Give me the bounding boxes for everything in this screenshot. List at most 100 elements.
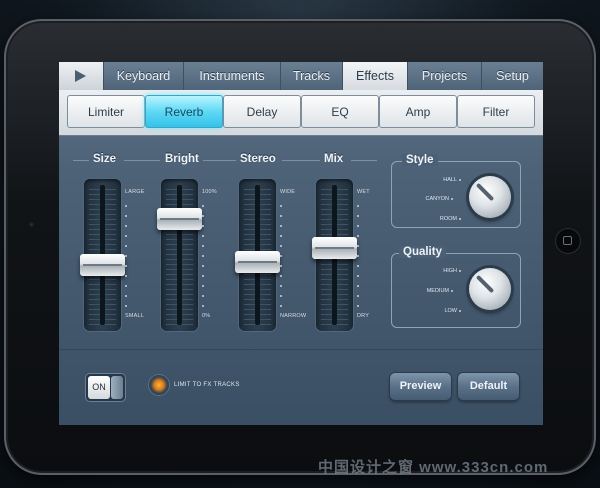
scale-dot bbox=[357, 245, 359, 247]
watermark: 中国设计之窗 www.333cn.com bbox=[318, 459, 549, 476]
tab-effects[interactable]: Effects bbox=[342, 62, 407, 90]
scale-dot bbox=[357, 295, 359, 297]
screen: Keyboard Instruments Tracks Effects Proj… bbox=[59, 62, 543, 425]
scale-dot bbox=[280, 275, 282, 277]
option-dot bbox=[451, 290, 453, 292]
tab-tracks[interactable]: Tracks bbox=[280, 62, 342, 90]
divider bbox=[351, 160, 377, 161]
scale-dot bbox=[280, 295, 282, 297]
option-dot bbox=[459, 179, 461, 181]
fader-top-mark: LARGE bbox=[125, 189, 145, 195]
scale-dot bbox=[202, 215, 204, 217]
fader-top-mark: WIDE bbox=[280, 189, 296, 195]
style-rotary-knob[interactable] bbox=[469, 176, 511, 218]
on-toggle[interactable]: ON bbox=[86, 374, 125, 401]
scale-dot bbox=[280, 235, 282, 237]
camera bbox=[28, 221, 35, 228]
scale-dot bbox=[280, 285, 282, 287]
scale-dot bbox=[202, 255, 204, 257]
tab-bar: Keyboard Instruments Tracks Effects Proj… bbox=[59, 62, 543, 91]
fader-bottom-mark: NARROW bbox=[280, 313, 307, 319]
scale-dot bbox=[125, 285, 127, 287]
quality-option-medium[interactable]: MEDIUM bbox=[389, 288, 449, 294]
fader-top-mark: WET bbox=[357, 189, 370, 195]
style-option-hall[interactable]: HALL bbox=[397, 177, 457, 183]
scale-dot bbox=[125, 225, 127, 227]
fader-size[interactable] bbox=[80, 179, 125, 331]
scale-dot bbox=[125, 275, 127, 277]
fader-label-bright: Bright bbox=[165, 153, 199, 165]
play-button[interactable] bbox=[59, 62, 103, 90]
scale-dot bbox=[125, 205, 127, 207]
scale-dot bbox=[202, 225, 204, 227]
scale-dot bbox=[280, 245, 282, 247]
scale-dot bbox=[202, 235, 204, 237]
fader-knob[interactable] bbox=[157, 208, 202, 230]
tab-keyboard[interactable]: Keyboard bbox=[103, 62, 183, 90]
scale-dot bbox=[357, 285, 359, 287]
divider bbox=[203, 160, 236, 161]
knob-indicator bbox=[475, 274, 495, 294]
quality-option-high[interactable]: HIGH bbox=[397, 268, 457, 274]
scale-dot bbox=[202, 205, 204, 207]
scale-dot bbox=[280, 255, 282, 257]
play-icon bbox=[75, 70, 86, 82]
scale-dot bbox=[125, 295, 127, 297]
divider bbox=[73, 160, 89, 161]
fader-knob[interactable] bbox=[80, 254, 125, 276]
scale-dot bbox=[280, 205, 282, 207]
default-button[interactable]: Default bbox=[458, 373, 519, 400]
fader-knob[interactable] bbox=[312, 237, 357, 259]
option-dot bbox=[459, 218, 461, 220]
scale-dot bbox=[357, 275, 359, 277]
style-option-canyon[interactable]: CANYON bbox=[389, 196, 449, 202]
scale-dot bbox=[125, 235, 127, 237]
scale-dot bbox=[202, 305, 204, 307]
effect-eq-button[interactable]: EQ bbox=[301, 95, 379, 128]
scale-dot bbox=[125, 245, 127, 247]
scale-dot bbox=[357, 265, 359, 267]
fader-stereo[interactable] bbox=[235, 179, 280, 331]
scale-dot bbox=[357, 235, 359, 237]
scale-dot bbox=[125, 265, 127, 267]
effect-filter-button[interactable]: Filter bbox=[457, 95, 535, 128]
tab-instruments[interactable]: Instruments bbox=[183, 62, 280, 90]
fader-mix[interactable] bbox=[312, 179, 357, 331]
fader-top-mark: 100% bbox=[202, 189, 217, 195]
fader-label-stereo: Stereo bbox=[240, 153, 276, 165]
effect-amp-button[interactable]: Amp bbox=[379, 95, 457, 128]
scale-dot bbox=[357, 225, 359, 227]
effect-selector: Limiter Reverb Delay EQ Amp Filter bbox=[59, 90, 543, 136]
preview-button[interactable]: Preview bbox=[390, 373, 451, 400]
scale-dot bbox=[357, 255, 359, 257]
fader-bottom-mark: DRY bbox=[357, 313, 370, 319]
option-dot bbox=[459, 310, 461, 312]
scale-dot bbox=[280, 225, 282, 227]
quality-rotary-knob[interactable] bbox=[469, 268, 511, 310]
fader-bright[interactable] bbox=[157, 179, 202, 331]
style-option-room[interactable]: ROOM bbox=[397, 216, 457, 222]
scale-dot bbox=[202, 295, 204, 297]
scale-dot bbox=[357, 205, 359, 207]
scale-dot bbox=[202, 275, 204, 277]
scale-dot bbox=[280, 215, 282, 217]
fader-knob[interactable] bbox=[235, 251, 280, 273]
limit-label: LIMIT TO FX TRACKS bbox=[174, 382, 240, 388]
effect-reverb-button[interactable]: Reverb bbox=[145, 95, 223, 128]
limit-led-button[interactable] bbox=[149, 375, 169, 395]
tab-projects[interactable]: Projects bbox=[407, 62, 481, 90]
fader-track bbox=[177, 185, 182, 325]
quality-option-low[interactable]: LOW bbox=[397, 308, 457, 314]
toggle-label: ON bbox=[88, 376, 110, 399]
divider bbox=[59, 349, 543, 350]
scale-dot bbox=[202, 285, 204, 287]
fader-bottom-mark: SMALL bbox=[125, 313, 145, 319]
effect-limiter-button[interactable]: Limiter bbox=[67, 95, 145, 128]
scale-dot bbox=[357, 215, 359, 217]
divider bbox=[282, 160, 320, 161]
fader-label-size: Size bbox=[93, 153, 117, 165]
scale-dot bbox=[357, 305, 359, 307]
effect-delay-button[interactable]: Delay bbox=[223, 95, 301, 128]
option-dot bbox=[451, 198, 453, 200]
tab-setup[interactable]: Setup bbox=[481, 62, 543, 90]
